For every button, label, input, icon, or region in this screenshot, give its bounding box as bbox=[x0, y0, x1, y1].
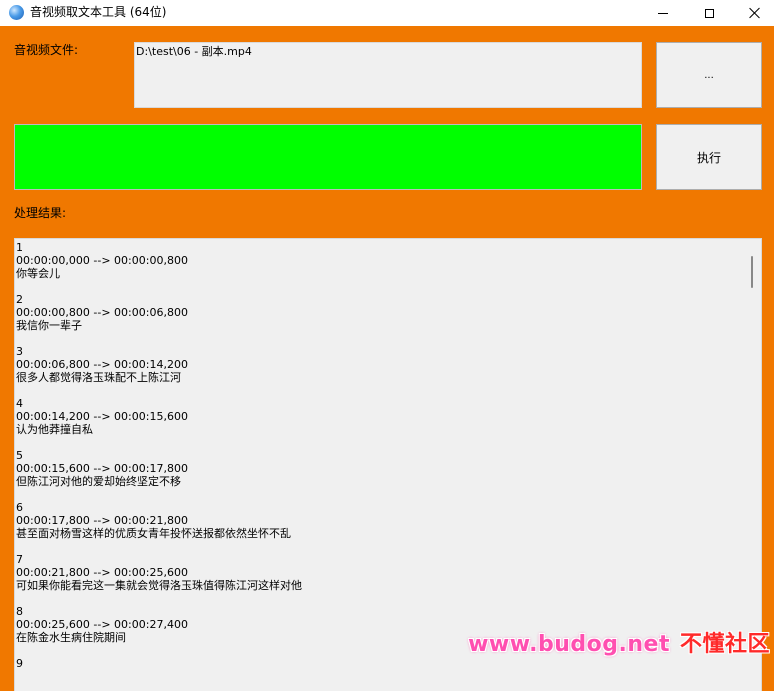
result-entry-time: 00:00:25,600 --> 00:00:27,400 bbox=[16, 618, 188, 631]
result-entry-index: 6 bbox=[16, 501, 23, 514]
close-button[interactable] bbox=[732, 0, 774, 26]
result-entry: 9 bbox=[16, 657, 744, 670]
result-entry-index: 2 bbox=[16, 293, 23, 306]
result-entry-text: 但陈江河对他的爱却始终坚定不移 bbox=[16, 475, 181, 488]
result-entry-time: 00:00:00,000 --> 00:00:00,800 bbox=[16, 254, 188, 267]
execute-button[interactable]: 执行 bbox=[656, 124, 762, 190]
result-entry: 4 00:00:14,200 --> 00:00:15,600 认为他莽撞自私 bbox=[16, 397, 744, 436]
progress-fill bbox=[15, 125, 641, 189]
result-entry-index: 5 bbox=[16, 449, 23, 462]
maximize-icon bbox=[704, 8, 714, 18]
file-path-value: D:\test\06 - 副本.mp4 bbox=[136, 45, 252, 58]
result-entry-time: 00:00:14,200 --> 00:00:15,600 bbox=[16, 410, 188, 423]
browse-button[interactable]: ... bbox=[656, 42, 762, 108]
result-entry-text: 认为他莽撞自私 bbox=[16, 423, 93, 436]
result-entry-index: 7 bbox=[16, 553, 23, 566]
watermark: www.budog.net 不懂社区 bbox=[468, 632, 770, 658]
watermark-name: 不懂社区 bbox=[679, 632, 770, 657]
result-entry-index: 4 bbox=[16, 397, 23, 410]
progress-bar bbox=[14, 124, 642, 190]
result-entry-text: 很多人都觉得洛玉珠配不上陈江河 bbox=[16, 371, 181, 384]
result-entry-index: 1 bbox=[16, 241, 23, 254]
window-title: 音视频取文本工具 (64位) bbox=[30, 5, 167, 19]
result-label: 处理结果: bbox=[14, 206, 67, 220]
result-entry: 2 00:00:00,800 --> 00:00:06,800 我信你一辈子 bbox=[16, 293, 744, 332]
vertical-scrollbar[interactable] bbox=[744, 239, 761, 691]
result-entry-time: 00:00:15,600 --> 00:00:17,800 bbox=[16, 462, 188, 475]
file-label: 音视频文件: bbox=[14, 43, 79, 57]
result-entry-time: 00:00:21,800 --> 00:00:25,600 bbox=[16, 566, 188, 579]
result-entry-index: 8 bbox=[16, 605, 23, 618]
main-panel: 音视频文件: D:\test\06 - 副本.mp4 ... 执行 处理结果: … bbox=[0, 26, 774, 691]
result-entry: 7 00:00:21,800 --> 00:00:25,600 可如果你能看完这一集… bbox=[16, 553, 744, 592]
result-entry-index: 3 bbox=[16, 345, 23, 358]
result-textbox[interactable]: 1 00:00:00,000 --> 00:00:00,800 你等会儿 2 00:00… bbox=[14, 238, 762, 691]
result-text: 1 00:00:00,000 --> 00:00:00,800 你等会儿 2 00:00… bbox=[16, 241, 744, 683]
watermark-url: www.budog.net bbox=[468, 632, 670, 657]
result-entry-text: 我信你一辈子 bbox=[16, 319, 82, 332]
result-entry-text: 可如果你能看完这一集就会觉得洛玉珠值得陈江河这样对他 bbox=[16, 579, 302, 592]
scroll-thumb[interactable] bbox=[751, 256, 753, 288]
result-entry: 1 00:00:00,000 --> 00:00:00,800 你等会儿 bbox=[16, 241, 744, 280]
title-bar: 音视频取文本工具 (64位) bbox=[0, 0, 774, 26]
result-entry: 3 00:00:06,800 --> 00:00:14,200 很多人都觉得洛玉珠配… bbox=[16, 345, 744, 384]
file-path-field[interactable]: D:\test\06 - 副本.mp4 bbox=[134, 42, 642, 108]
result-entry-time: 00:00:17,800 --> 00:00:21,800 bbox=[16, 514, 188, 527]
result-entry-text: 你等会儿 bbox=[16, 267, 60, 280]
minimize-icon bbox=[658, 12, 668, 14]
result-entry: 6 00:00:17,800 --> 00:00:21,800 甚至面对杨雪这样的优… bbox=[16, 501, 744, 540]
close-icon bbox=[749, 7, 761, 19]
app-globe-icon bbox=[9, 5, 24, 20]
result-entry-text: 甚至面对杨雪这样的优质女青年投怀送报都依然坐怀不乱 bbox=[16, 527, 291, 540]
minimize-button[interactable] bbox=[640, 0, 686, 26]
maximize-button[interactable] bbox=[686, 0, 732, 26]
result-entry-time: 00:00:06,800 --> 00:00:14,200 bbox=[16, 358, 188, 371]
result-entry: 5 00:00:15,600 --> 00:00:17,800 但陈江河对他的爱却始… bbox=[16, 449, 744, 488]
result-entry-index: 9 bbox=[16, 657, 23, 670]
result-entry-time: 00:00:00,800 --> 00:00:06,800 bbox=[16, 306, 188, 319]
